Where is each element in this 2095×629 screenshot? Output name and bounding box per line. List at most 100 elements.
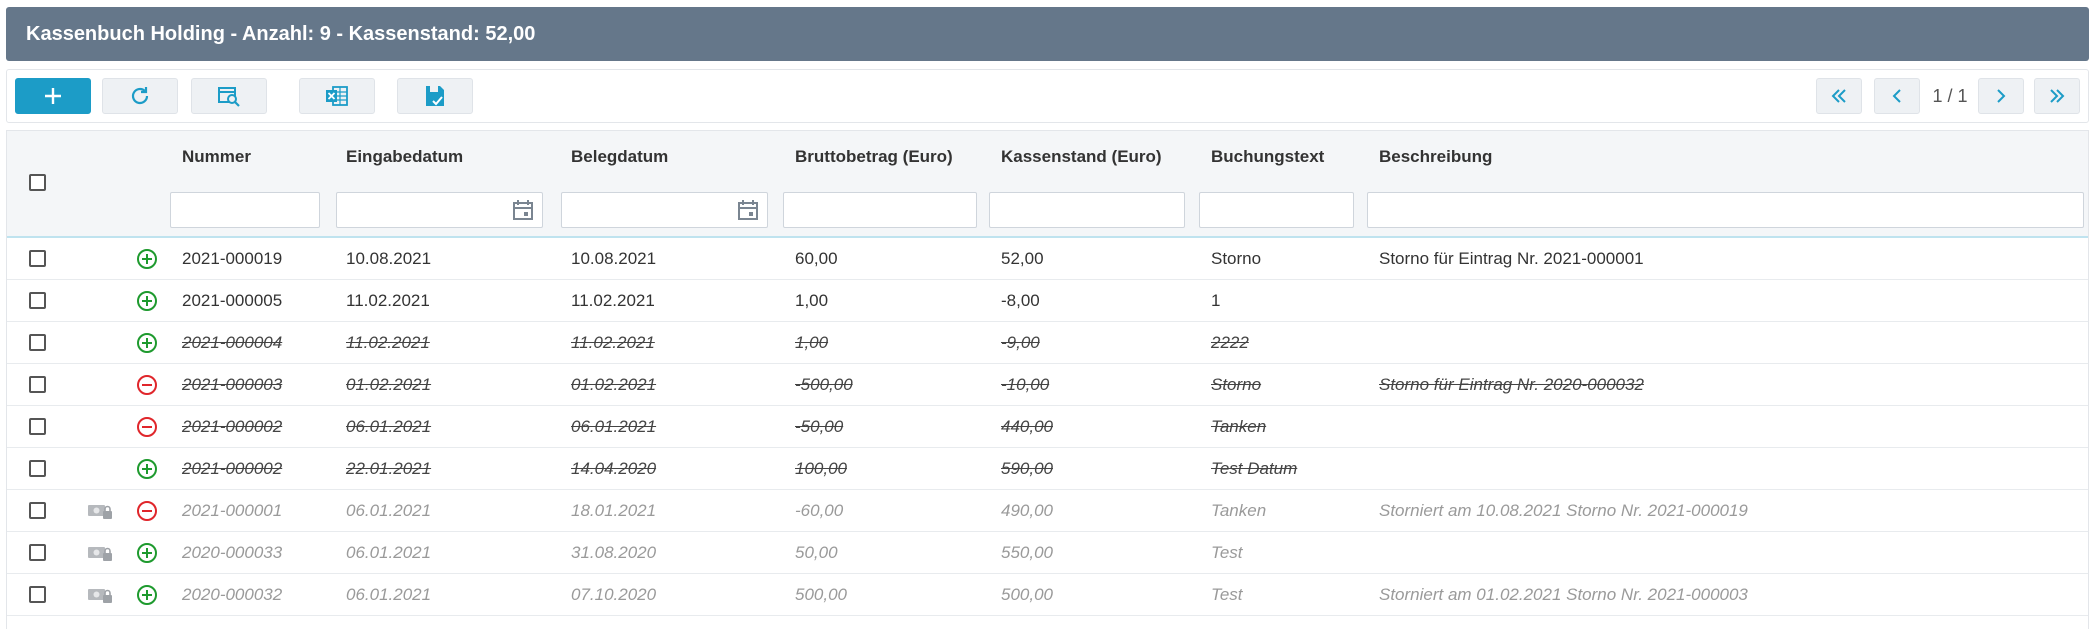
cell-nummer: 2021-000002 bbox=[182, 459, 283, 478]
row-checkbox[interactable] bbox=[29, 334, 46, 351]
column-header-bruttobetrag[interactable]: Bruttobetrag (Euro) bbox=[795, 147, 953, 167]
filter-belegdatum-input[interactable] bbox=[561, 192, 768, 228]
cell-nummer: 2020-000033 bbox=[182, 543, 283, 562]
cell-beschreibung: Storniert am 01.02.2021 Storno Nr. 2021-… bbox=[1379, 585, 1748, 604]
plus-circle-icon bbox=[136, 584, 158, 606]
cell-eingabedatum: 06.01.2021 bbox=[346, 585, 432, 604]
select-all-checkbox[interactable] bbox=[29, 174, 46, 191]
cell-kassenstand: 590,00 bbox=[1001, 459, 1053, 478]
column-header-beschreibung[interactable]: Beschreibung bbox=[1379, 147, 1492, 167]
calendar-icon[interactable] bbox=[512, 199, 534, 221]
cell-eingabedatum: 06.01.2021 bbox=[346, 417, 432, 436]
cell-eingabedatum: 01.02.2021 bbox=[346, 375, 432, 394]
row-checkbox[interactable] bbox=[29, 418, 46, 435]
filter-eingabedatum-input[interactable] bbox=[336, 192, 543, 228]
table-row[interactable]: 2021-000005 11.02.2021 11.02.2021 1,00 -8,00… bbox=[7, 280, 2088, 322]
row-checkbox[interactable] bbox=[29, 292, 46, 309]
filter-kassenstand-input[interactable] bbox=[989, 192, 1185, 228]
toolbar: 1 / 1 bbox=[6, 69, 2089, 123]
column-header-buchungstext[interactable]: Buchungstext bbox=[1211, 147, 1324, 167]
plus-circle-icon bbox=[136, 542, 158, 564]
page-title: Kassenbuch Holding - Anzahl: 9 - Kassens… bbox=[6, 7, 2089, 61]
column-header-kassenstand[interactable]: Kassenstand (Euro) bbox=[1001, 147, 1162, 167]
cell-nummer: 2021-000002 bbox=[182, 417, 283, 436]
table-row[interactable]: 2021-000002 22.01.2021 14.04.2020 100,00 590… bbox=[7, 448, 2088, 490]
table-row[interactable]: 2021-000019 10.08.2021 10.08.2021 60,00 52,0… bbox=[7, 238, 2088, 280]
cell-buchungstext: 1 bbox=[1211, 291, 1221, 310]
row-checkbox[interactable] bbox=[29, 250, 46, 267]
table-row[interactable]: 2021-000003 01.02.2021 01.02.2021 -500,00 -1… bbox=[7, 364, 2088, 406]
cell-nummer: 2020-000032 bbox=[182, 585, 283, 604]
row-checkbox[interactable] bbox=[29, 586, 46, 603]
first-page-button[interactable] bbox=[1816, 78, 1862, 114]
cell-bruttobetrag: -60,00 bbox=[795, 501, 844, 520]
cell-nummer: 2021-000019 bbox=[182, 249, 283, 268]
refresh-button[interactable] bbox=[102, 78, 178, 114]
cell-eingabedatum: 06.01.2021 bbox=[346, 543, 432, 562]
table-row[interactable]: 2021-000004 11.02.2021 11.02.2021 1,00 -9,00… bbox=[7, 322, 2088, 364]
locked-money-icon bbox=[87, 544, 113, 562]
cell-kassenstand: 550,00 bbox=[1001, 543, 1053, 562]
double-chevron-left-icon bbox=[1831, 89, 1846, 103]
minus-circle-icon bbox=[136, 416, 158, 438]
cell-eingabedatum: 22.01.2021 bbox=[346, 459, 432, 478]
table-row[interactable]: 2021-000001 06.01.2021 18.01.2021 -60,00 490… bbox=[7, 490, 2088, 532]
table-row[interactable]: 2021-000002 06.01.2021 06.01.2021 -50,00 440… bbox=[7, 406, 2088, 448]
column-header-belegdatum[interactable]: Belegdatum bbox=[571, 147, 668, 167]
cell-kassenstand: 440,00 bbox=[1001, 417, 1053, 436]
cell-belegdatum: 14.04.2020 bbox=[571, 459, 657, 478]
grid-header: Nummer Eingabedatum Belegdatum Bruttobet… bbox=[7, 131, 2088, 238]
cell-buchungstext: Test bbox=[1211, 585, 1243, 604]
cell-nummer: 2021-000001 bbox=[182, 501, 283, 520]
cell-bruttobetrag: -50,00 bbox=[795, 417, 844, 436]
cell-nummer: 2021-000003 bbox=[182, 375, 283, 394]
row-checkbox[interactable] bbox=[29, 502, 46, 519]
cell-belegdatum: 06.01.2021 bbox=[571, 417, 657, 436]
cell-belegdatum: 01.02.2021 bbox=[571, 375, 657, 394]
cell-bruttobetrag: -500,00 bbox=[795, 375, 853, 394]
last-page-button[interactable] bbox=[2034, 78, 2080, 114]
cell-buchungstext: Tanken bbox=[1211, 501, 1267, 520]
filter-buchungstext-input[interactable] bbox=[1199, 192, 1354, 228]
plus-circle-icon bbox=[136, 332, 158, 354]
detail-search-button[interactable] bbox=[191, 78, 267, 114]
filter-nummer-input[interactable] bbox=[170, 192, 320, 228]
save-button[interactable] bbox=[397, 78, 473, 114]
plus-circle-icon bbox=[136, 248, 158, 270]
excel-icon bbox=[326, 86, 348, 106]
table-row[interactable]: 2020-000033 06.01.2021 31.08.2020 50,00 550,… bbox=[7, 532, 2088, 574]
cell-belegdatum: 07.10.2020 bbox=[571, 585, 657, 604]
calendar-icon[interactable] bbox=[737, 199, 759, 221]
plus-icon bbox=[45, 88, 61, 104]
cell-kassenstand: -8,00 bbox=[1001, 291, 1040, 310]
plus-circle-icon bbox=[136, 458, 158, 480]
save-icon bbox=[426, 86, 444, 106]
next-page-button[interactable] bbox=[1978, 78, 2024, 114]
cell-bruttobetrag: 100,00 bbox=[795, 459, 847, 478]
cell-nummer: 2021-000005 bbox=[182, 291, 283, 310]
column-header-eingabedatum[interactable]: Eingabedatum bbox=[346, 147, 463, 167]
cell-kassenstand: 500,00 bbox=[1001, 585, 1053, 604]
row-checkbox[interactable] bbox=[29, 460, 46, 477]
cell-kassenstand: -10,00 bbox=[1001, 375, 1050, 394]
row-checkbox[interactable] bbox=[29, 376, 46, 393]
add-button[interactable] bbox=[15, 78, 91, 114]
filter-bruttobetrag-input[interactable] bbox=[783, 192, 977, 228]
cell-eingabedatum: 11.02.2021 bbox=[346, 333, 430, 352]
locked-money-icon bbox=[87, 502, 113, 520]
cell-buchungstext: Tanken bbox=[1211, 417, 1267, 436]
filter-beschreibung-input[interactable] bbox=[1367, 192, 2084, 228]
cell-buchungstext: Storno bbox=[1211, 249, 1262, 268]
cell-bruttobetrag: 1,00 bbox=[795, 291, 829, 310]
excel-export-button[interactable] bbox=[299, 78, 375, 114]
row-checkbox[interactable] bbox=[29, 544, 46, 561]
cell-kassenstand: 52,00 bbox=[1001, 249, 1044, 268]
prev-page-button[interactable] bbox=[1874, 78, 1920, 114]
cell-bruttobetrag: 1,00 bbox=[795, 333, 829, 352]
cell-belegdatum: 18.01.2021 bbox=[571, 501, 657, 520]
column-header-nummer[interactable]: Nummer bbox=[182, 147, 251, 167]
cell-belegdatum: 31.08.2020 bbox=[571, 543, 657, 562]
table-row[interactable]: 2020-000032 06.01.2021 07.10.2020 500,00 500… bbox=[7, 574, 2088, 616]
locked-money-icon bbox=[87, 586, 113, 604]
cell-buchungstext: 2222 bbox=[1211, 333, 1249, 352]
